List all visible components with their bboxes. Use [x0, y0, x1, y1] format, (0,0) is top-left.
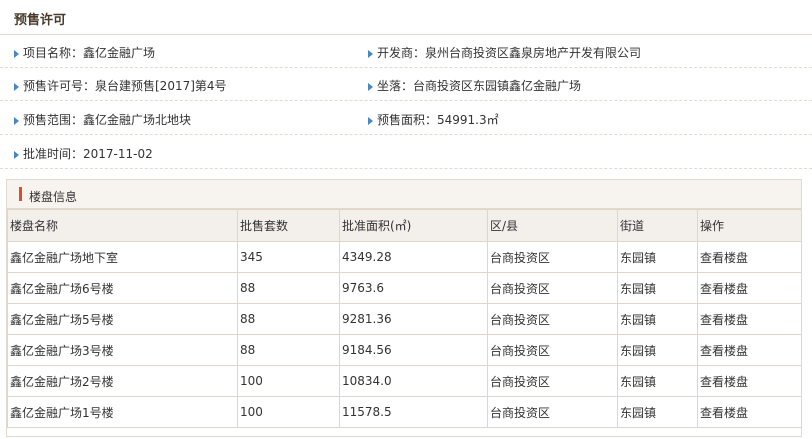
accent-bar [19, 187, 22, 201]
cell-units: 100 [237, 396, 340, 428]
cell-units: 345 [237, 241, 340, 273]
cell-district: 台商投资区 [487, 334, 618, 366]
arrow-right-icon [368, 82, 373, 91]
section-header: 预售许可 [0, 0, 812, 35]
cell-units: 100 [237, 365, 340, 397]
cell-district: 台商投资区 [487, 241, 618, 273]
cell-district: 台商投资区 [487, 272, 618, 304]
view-building-link[interactable]: 查看楼盘 [700, 282, 748, 296]
cell-district: 台商投资区 [487, 303, 618, 335]
cell-building-name: 鑫亿金融广场1号楼 [7, 396, 238, 428]
building-table: 楼盘名称 批售套数 批准面积(㎡) 区/县 街道 操作 鑫亿金融广场地下室 34… [7, 209, 802, 428]
cell-area: 11578.5 [339, 396, 488, 428]
area-text: 预售面积：54991.3㎡ [377, 113, 499, 127]
arrow-right-icon [14, 49, 19, 58]
scope-text: 预售范围：鑫亿金融广场北地块 [23, 113, 192, 127]
info-item-developer: 开发商：泉州台商投资区鑫泉房地产开发有限公司 [368, 44, 641, 61]
approval-time-text: 批准时间：2017-11-02 [23, 147, 153, 161]
cell-units: 88 [237, 334, 340, 366]
table-row: 鑫亿金融广场1号楼 100 11578.5 台商投资区 东园镇 查看楼盘 [7, 396, 802, 428]
cell-units: 88 [237, 272, 340, 304]
cell-area: 9763.6 [339, 272, 488, 304]
cell-units: 88 [237, 303, 340, 335]
cell-building-name: 鑫亿金融广场2号楼 [7, 365, 238, 397]
info-row-2: 预售许可号：泉台建预售[2017]第4号 坐落：台商投资区东园镇鑫亿金融广场 [0, 68, 812, 101]
developer-text: 开发商：泉州台商投资区鑫泉房地产开发有限公司 [377, 46, 642, 60]
cell-building-name: 鑫亿金融广场6号楼 [7, 272, 238, 304]
table-row: 鑫亿金融广场5号楼 88 9281.36 台商投资区 东园镇 查看楼盘 [7, 303, 802, 335]
col-header-name: 楼盘名称 [7, 209, 238, 242]
info-item-location: 坐落：台商投资区东园镇鑫亿金融广场 [368, 77, 581, 94]
building-info-panel: 楼盘信息 楼盘名称 批售套数 批准面积(㎡) 区/县 街道 操作 鑫亿金融广场地… [6, 179, 802, 437]
view-building-link[interactable]: 查看楼盘 [700, 344, 748, 358]
project-name-text: 项目名称：鑫亿金融广场 [23, 46, 156, 60]
cell-area: 9184.56 [339, 334, 488, 366]
arrow-right-icon [14, 116, 19, 125]
cell-area: 4349.28 [339, 241, 488, 273]
cell-district: 台商投资区 [487, 365, 618, 397]
location-text: 坐落：台商投资区东园镇鑫亿金融广场 [377, 79, 582, 93]
table-row: 鑫亿金融广场2号楼 100 10834.0 台商投资区 东园镇 查看楼盘 [7, 365, 802, 397]
cell-building-name: 鑫亿金融广场5号楼 [7, 303, 238, 335]
table-row: 鑫亿金融广场地下室 345 4349.28 台商投资区 东园镇 查看楼盘 [7, 241, 802, 273]
info-item-approval-time: 批准时间：2017-11-02 [14, 145, 153, 162]
cell-street: 东园镇 [617, 241, 698, 273]
arrow-right-icon [368, 116, 373, 125]
view-building-link[interactable]: 查看楼盘 [700, 313, 748, 327]
cell-area: 10834.0 [339, 365, 488, 397]
section-title: 预售许可 [14, 13, 67, 28]
info-item-project-name: 项目名称：鑫亿金融广场 [14, 44, 155, 61]
info-row-1: 项目名称：鑫亿金融广场 开发商：泉州台商投资区鑫泉房地产开发有限公司 [0, 35, 812, 68]
col-header-units: 批售套数 [237, 209, 340, 242]
col-header-area: 批准面积(㎡) [339, 209, 488, 242]
info-row-3: 预售范围：鑫亿金融广场北地块 预售面积：54991.3㎡ [0, 102, 812, 135]
arrow-right-icon [368, 49, 373, 58]
table-row: 鑫亿金融广场6号楼 88 9763.6 台商投资区 东园镇 查看楼盘 [7, 272, 802, 304]
view-building-link[interactable]: 查看楼盘 [700, 251, 748, 265]
table-header-row: 楼盘名称 批售套数 批准面积(㎡) 区/县 街道 操作 [7, 209, 802, 242]
info-item-area: 预售面积：54991.3㎡ [368, 111, 499, 128]
cell-district: 台商投资区 [487, 396, 618, 428]
table-row: 鑫亿金融广场3号楼 88 9184.56 台商投资区 东园镇 查看楼盘 [7, 334, 802, 366]
permit-no-text: 预售许可号：泉台建预售[2017]第4号 [23, 79, 227, 93]
cell-building-name: 鑫亿金融广场3号楼 [7, 334, 238, 366]
view-building-link[interactable]: 查看楼盘 [700, 375, 748, 389]
info-item-scope: 预售范围：鑫亿金融广场北地块 [14, 111, 191, 128]
cell-street: 东园镇 [617, 396, 698, 428]
cell-street: 东园镇 [617, 303, 698, 335]
info-row-4: 批准时间：2017-11-02 [0, 136, 812, 169]
cell-area: 9281.36 [339, 303, 488, 335]
panel-header: 楼盘信息 [7, 180, 801, 209]
arrow-right-icon [14, 82, 19, 91]
cell-street: 东园镇 [617, 334, 698, 366]
cell-building-name: 鑫亿金融广场地下室 [7, 241, 238, 273]
arrow-right-icon [14, 150, 19, 159]
col-header-street: 街道 [617, 209, 698, 242]
col-header-district: 区/县 [487, 209, 618, 242]
info-item-permit-no: 预售许可号：泉台建预售[2017]第4号 [14, 77, 227, 94]
panel-title: 楼盘信息 [29, 190, 78, 204]
cell-street: 东园镇 [617, 272, 698, 304]
cell-street: 东园镇 [617, 365, 698, 397]
col-header-action: 操作 [697, 209, 802, 242]
view-building-link[interactable]: 查看楼盘 [700, 406, 748, 420]
